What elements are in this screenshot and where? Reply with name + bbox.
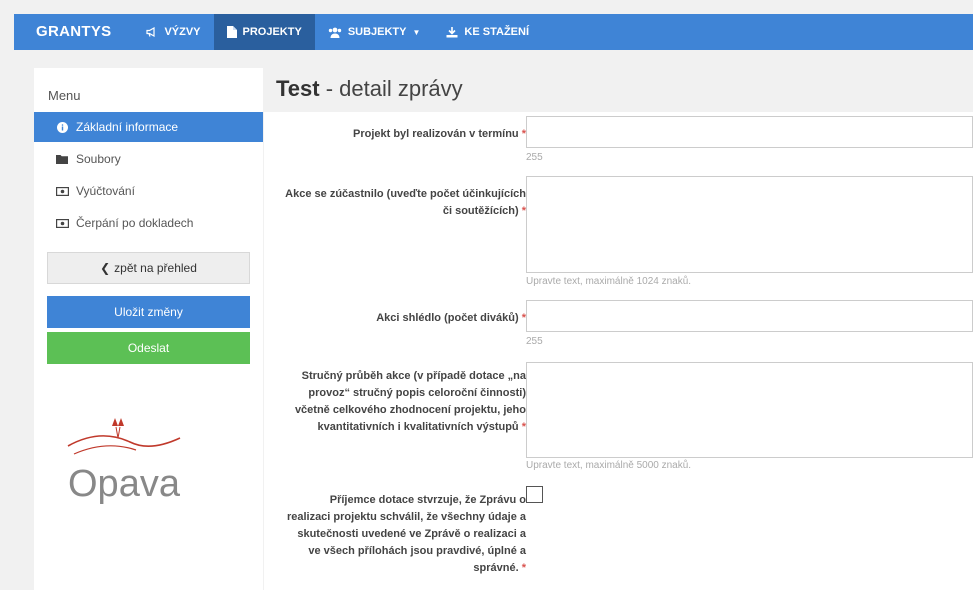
field-hint: 255 <box>526 336 543 347</box>
users-icon <box>328 27 342 38</box>
sidebar-item-label: Vyúčtování <box>76 184 135 198</box>
sidebar-item-label: Základní informace <box>76 120 179 134</box>
download-icon <box>446 26 458 38</box>
money-icon <box>54 186 70 196</box>
nav-item-subjekty[interactable]: SUBJEKTY ▼ <box>315 14 434 50</box>
sidebar-item-label: Čerpání po dokladech <box>76 216 194 230</box>
term-input[interactable] <box>526 116 973 148</box>
sidebar-item-cerpani-po-dokladech[interactable]: Čerpání po dokladech <box>34 208 263 238</box>
sidebar-item-vyuctovani[interactable]: Vyúčtování <box>34 176 263 206</box>
main-navbar: GRANTYS VÝZVY PROJEKTY SUBJEKTY ▼ KE STA… <box>14 14 973 50</box>
chevron-left-icon: ❮ <box>100 261 111 275</box>
nav-item-label: VÝZVY <box>164 26 201 38</box>
nav-item-label: KE STAŽENÍ <box>464 26 529 38</box>
nav-item-projekty[interactable]: PROJEKTY <box>213 14 315 50</box>
folder-icon <box>54 154 70 164</box>
field-label-summary: Stručný průběh akce (v případě dotace „n… <box>294 370 526 433</box>
top-bar: GRANTYS VÝZVY PROJEKTY SUBJEKTY ▼ KE STA… <box>0 0 973 52</box>
nav-item-label: SUBJEKTY <box>347 26 407 38</box>
page-title: Test - detail zprávy <box>276 76 463 102</box>
field-label-participants: Akce se zúčastnilo (uveďte počet účinkuj… <box>285 188 526 217</box>
page-title-rest: - detail zprávy <box>319 76 463 101</box>
back-to-overview-button[interactable]: ❮ zpět na přehled <box>47 252 250 284</box>
logo-text: Opava <box>68 463 181 505</box>
field-hint: 255 <box>526 152 543 163</box>
menu-title: Menu <box>48 88 81 103</box>
megaphone-icon <box>146 27 158 37</box>
summary-textarea[interactable] <box>526 362 973 458</box>
sidebar-item-label: Soubory <box>76 152 121 166</box>
back-button-label: zpět na přehled <box>114 261 197 275</box>
info-icon <box>54 121 70 133</box>
document-icon <box>226 26 237 38</box>
sidebar-item-soubory[interactable]: Soubory <box>34 144 263 174</box>
save-changes-button[interactable]: Uložit změny <box>47 296 250 328</box>
page-title-project: Test <box>276 76 320 101</box>
field-hint: Upravte text, maximálně 1024 znaků. <box>526 276 692 287</box>
sidebar: Menu Základní informace Soubory Vyúčtová… <box>34 68 263 590</box>
field-hint: Upravte text, maximálně 5000 znaků. <box>526 460 692 471</box>
opava-logo: Opava <box>60 416 230 506</box>
required-mark: * <box>521 562 526 574</box>
field-label-viewers: Akci shlédlo (počet diváků) * <box>376 312 526 324</box>
participants-textarea[interactable] <box>526 176 973 273</box>
nav-item-ke-stazeni[interactable]: KE STAŽENÍ <box>433 14 542 50</box>
field-label-term: Projekt byl realizován v termínu * <box>352 128 526 140</box>
viewers-input[interactable] <box>526 300 973 332</box>
report-form: Projekt byl realizován v termínu * 255 A… <box>264 112 973 590</box>
money-icon <box>54 218 70 228</box>
brand-logo[interactable]: GRANTYS <box>14 14 133 50</box>
send-button[interactable]: Odeslat <box>47 332 250 364</box>
chevron-down-icon: ▼ <box>412 27 421 37</box>
nav-item-label: PROJEKTY <box>242 26 302 38</box>
sidebar-item-zakladni-informace[interactable]: Základní informace <box>34 112 263 142</box>
nav-item-vyzvy[interactable]: VÝZVY <box>133 14 213 50</box>
confirmation-checkbox[interactable] <box>526 486 543 503</box>
field-label-confirmation: Příjemce dotace stvrzuje, že Zprávu o re… <box>286 494 526 574</box>
